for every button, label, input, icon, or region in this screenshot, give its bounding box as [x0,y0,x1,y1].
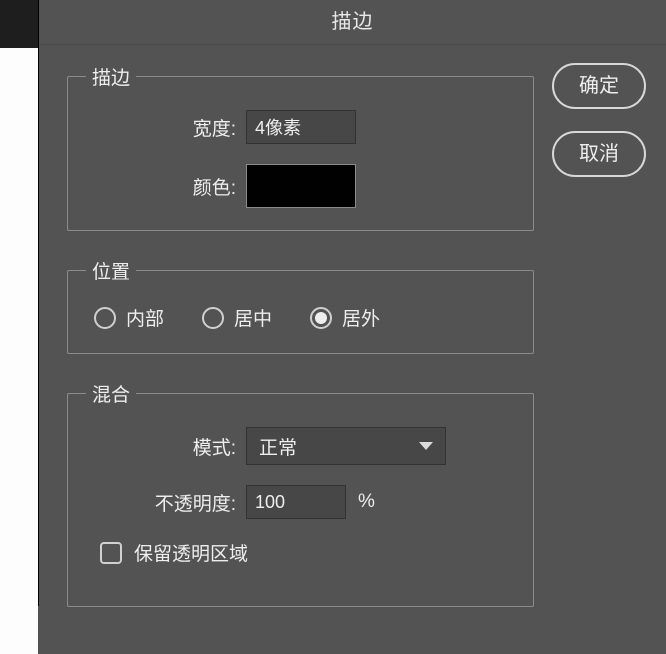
app-background-stub [0,0,38,48]
blend-legend: 混合 [86,380,136,407]
radio-label: 内部 [126,304,164,331]
position-fieldset: 位置 内部 居中 居外 [67,257,534,354]
stroke-legend: 描边 [86,63,136,90]
width-label: 宽度: [86,114,246,141]
position-radio-0[interactable]: 内部 [94,304,164,331]
radio-label: 居中 [234,304,272,331]
color-label: 颜色: [86,173,246,200]
radio-icon [94,307,116,329]
opacity-input[interactable] [246,485,346,519]
radio-icon [202,307,224,329]
blend-fieldset: 混合 模式: 正常 不透明度: % 保留透明区域 [67,380,534,607]
mode-label: 模式: [86,433,246,460]
preserve-transparency-label: 保留透明区域 [134,539,248,566]
cancel-button[interactable]: 取消 [552,131,646,177]
radio-label: 居外 [342,304,380,331]
checkbox-icon [100,542,122,564]
position-radio-2[interactable]: 居外 [310,304,380,331]
mode-value: 正常 [259,433,297,460]
ok-button[interactable]: 确定 [552,63,646,109]
stroke-fieldset: 描边 宽度: 颜色: [67,63,534,231]
position-radio-1[interactable]: 居中 [202,304,272,331]
color-swatch[interactable] [246,164,356,208]
chevron-down-icon [419,442,433,450]
mode-select[interactable]: 正常 [246,427,446,465]
preserve-transparency-checkbox[interactable]: 保留透明区域 [86,539,515,566]
stroke-dialog: 描边 描边 宽度: 颜色: 位置 内部 居中 居外 [38,0,666,606]
opacity-unit: % [358,491,375,513]
opacity-label: 不透明度: [86,489,246,516]
dialog-title: 描边 [39,0,666,45]
position-legend: 位置 [86,257,136,284]
width-input[interactable] [246,110,356,144]
radio-icon [310,307,332,329]
canvas-edge [0,48,38,654]
